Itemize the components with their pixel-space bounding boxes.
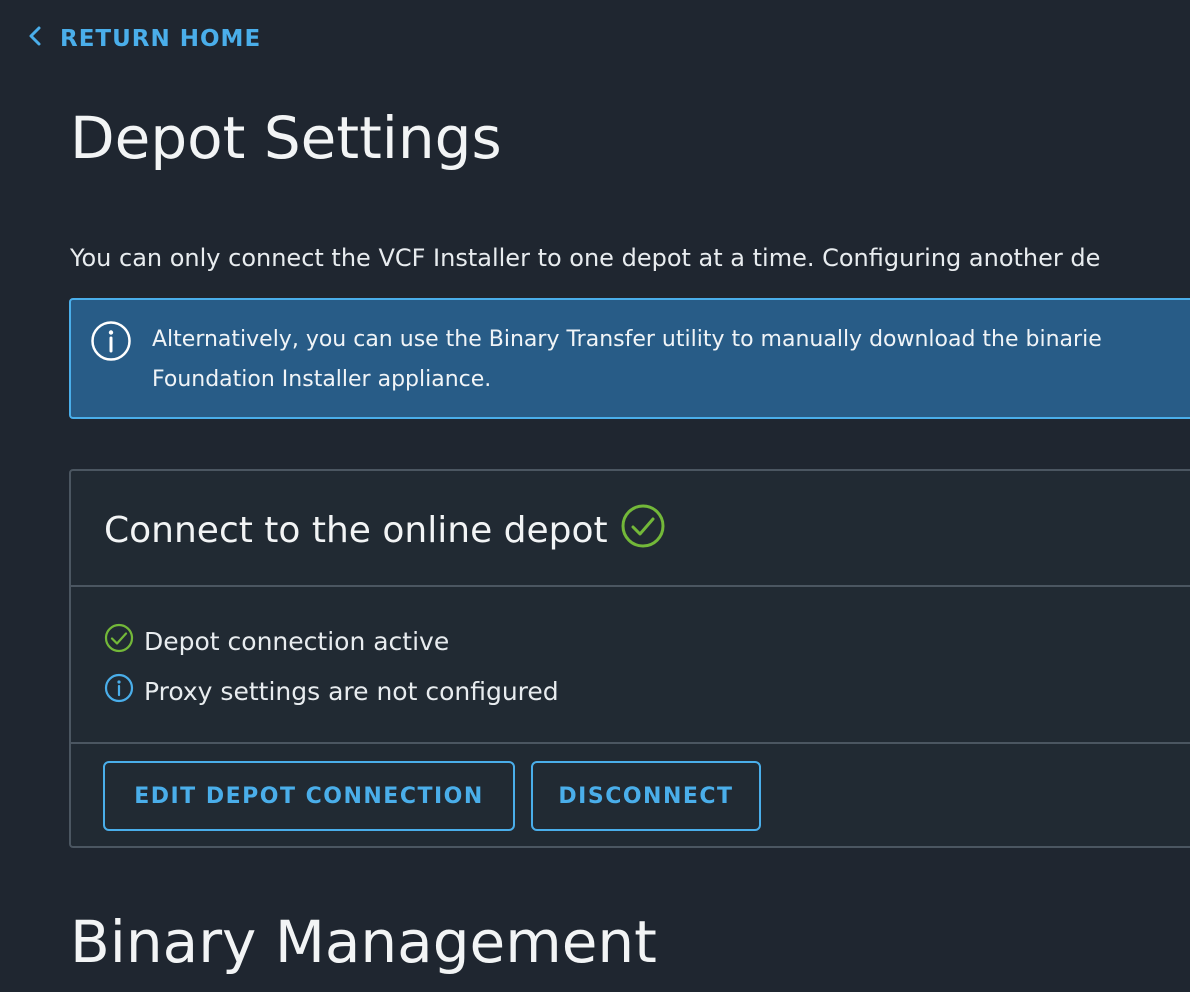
status-text: Depot connection active <box>144 626 450 656</box>
card-title-text: Connect to the online depot <box>104 510 608 551</box>
alert-line-2: Foundation Installer appliance. <box>152 367 492 392</box>
online-depot-card: Connect to the online depot Depot connec… <box>69 469 1190 848</box>
info-circle-icon <box>90 320 132 362</box>
binary-management-title: Binary Management <box>70 908 657 976</box>
status-list: Depot connection active Proxy settings a… <box>104 621 559 721</box>
page: RETURN HOME Depot Settings You can only … <box>0 0 1190 992</box>
return-home-link[interactable]: RETURN HOME <box>26 24 261 54</box>
status-row-proxy: Proxy settings are not configured <box>104 671 559 711</box>
alert-text: Alternatively, you can use the Binary Tr… <box>152 320 1190 400</box>
chevron-left-icon <box>26 24 46 54</box>
return-home-label: RETURN HOME <box>60 26 262 52</box>
edit-depot-connection-button[interactable]: EDIT DEPOT CONNECTION <box>103 761 515 831</box>
card-title: Connect to the online depot <box>104 503 666 558</box>
check-circle-icon <box>620 503 666 558</box>
disconnect-button[interactable]: DISCONNECT <box>531 761 761 831</box>
status-row-connection: Depot connection active <box>104 621 559 661</box>
info-circle-icon <box>104 673 134 709</box>
alert-line-1: Alternatively, you can use the Binary Tr… <box>152 327 1102 352</box>
intro-text: You can only connect the VCF Installer t… <box>70 244 1101 272</box>
card-header: Connect to the online depot <box>71 471 1190 587</box>
page-title: Depot Settings <box>70 104 502 172</box>
card-footer: EDIT DEPOT CONNECTION DISCONNECT <box>71 742 1190 846</box>
status-text: Proxy settings are not configured <box>144 676 559 706</box>
check-circle-icon <box>104 623 134 659</box>
info-alert: Alternatively, you can use the Binary Tr… <box>69 298 1190 419</box>
